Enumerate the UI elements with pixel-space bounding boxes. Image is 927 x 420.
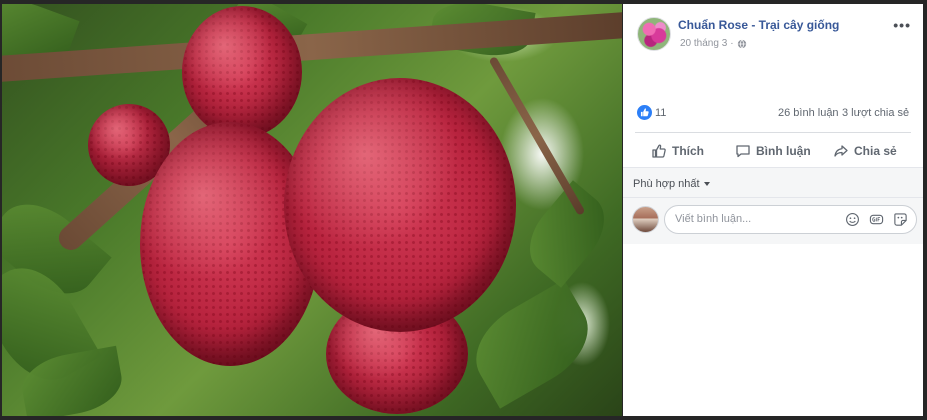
jackfruit — [284, 78, 516, 332]
comment-box[interactable] — [664, 205, 917, 234]
comment-label: Bình luận — [756, 144, 811, 158]
gif-icon[interactable] — [869, 212, 884, 227]
like-count[interactable]: 11 — [655, 107, 666, 119]
comment-button[interactable]: Bình luận — [735, 140, 811, 162]
jackfruit — [182, 6, 302, 138]
emoji-icon[interactable] — [845, 212, 860, 227]
like-label: Thích — [672, 144, 704, 158]
comment-icon — [736, 145, 750, 158]
post-header: Chuẩn Rose - Trại cây giống 20 tháng 3 ·… — [623, 4, 923, 64]
post-photo[interactable] — [2, 4, 622, 416]
page-avatar[interactable] — [637, 17, 671, 51]
comment-composer — [623, 198, 923, 244]
like-reaction-icon[interactable] — [637, 105, 652, 120]
share-button[interactable]: Chia sẻ — [833, 140, 897, 162]
comment-sort-dropdown[interactable]: Phù hợp nhất — [633, 178, 710, 190]
branch — [2, 11, 622, 83]
reactions-bar: 11 26 bình luận 3 lượt chia sẻ — [623, 102, 923, 124]
photo-viewer: Chuẩn Rose - Trại cây giống 20 tháng 3 ·… — [0, 0, 927, 420]
shares-count[interactable]: 3 lượt chia sẻ — [842, 107, 909, 119]
thumbs-up-icon — [652, 144, 666, 158]
globe-icon[interactable] — [737, 39, 747, 49]
comment-input[interactable] — [675, 213, 825, 225]
sticker-icon[interactable] — [893, 212, 908, 227]
caret-down-icon — [703, 182, 710, 187]
sort-label-text: Phù hợp nhất — [633, 178, 700, 190]
page-name-link[interactable]: Chuẩn Rose - Trại cây giống — [678, 18, 839, 32]
post-details-panel: Chuẩn Rose - Trại cây giống 20 tháng 3 ·… — [623, 4, 923, 416]
comment-sort-bar: Phù hợp nhất — [623, 167, 923, 198]
like-button[interactable]: Thích — [651, 140, 704, 162]
post-actions: Thích Bình luận Chia sẻ — [623, 134, 923, 166]
meta-separator: · — [730, 38, 734, 49]
comments-count[interactable]: 26 bình luận — [778, 107, 839, 119]
post-meta: 20 tháng 3 · — [680, 38, 747, 49]
divider — [635, 132, 911, 133]
composer-icons — [845, 212, 908, 227]
share-icon — [834, 145, 848, 157]
leaf — [460, 279, 604, 409]
share-label: Chia sẻ — [854, 144, 897, 158]
more-options-button[interactable]: ••• — [893, 17, 911, 33]
user-avatar[interactable] — [632, 206, 659, 233]
post-date[interactable]: 20 tháng 3 — [680, 38, 727, 49]
